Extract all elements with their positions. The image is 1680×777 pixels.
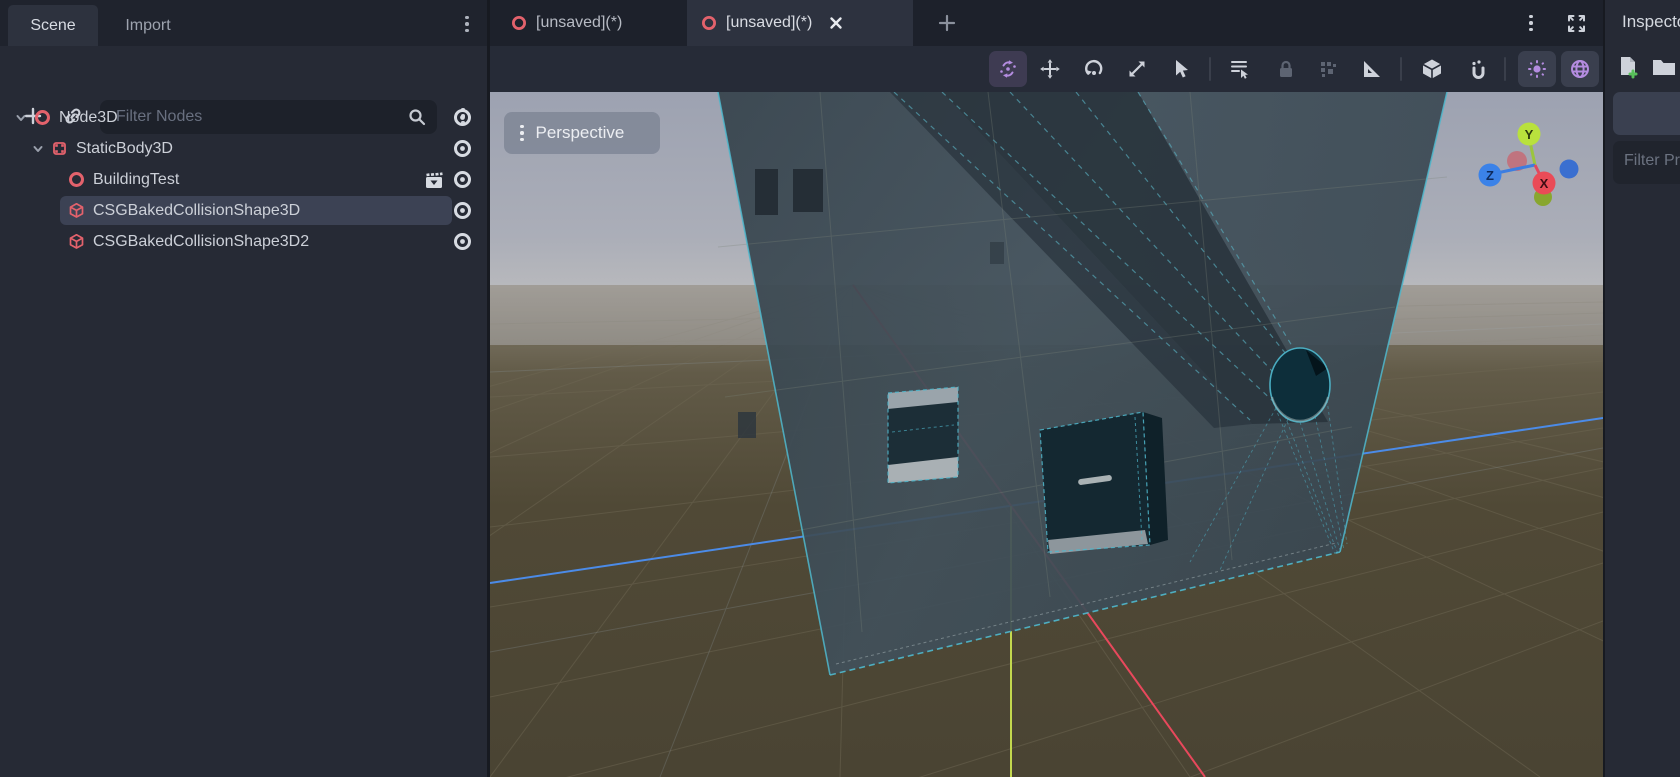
close-icon[interactable] xyxy=(829,16,843,30)
toolbar-separator xyxy=(1504,57,1506,81)
staticbody3d-icon xyxy=(47,140,71,157)
move-mode-button[interactable] xyxy=(1031,51,1069,87)
3d-viewport[interactable]: Y Z X Perspective xyxy=(490,92,1603,777)
filter-properties-searchbox[interactable]: Filter Properties xyxy=(1613,141,1680,184)
fullscreen-arrows-icon xyxy=(1566,13,1587,34)
scene-dock: Scene Import xyxy=(0,0,490,777)
inspector-title: Inspector xyxy=(1622,12,1680,32)
perspective-label: Perspective xyxy=(536,123,625,143)
use-local-space-button[interactable] xyxy=(1413,51,1451,87)
window-cutout xyxy=(888,387,958,483)
node3d-icon xyxy=(511,15,527,31)
tree-row-csgbakedcollisionshape3d[interactable]: CSGBakedCollisionShape3D xyxy=(0,195,487,226)
scene-tab-label: [unsaved](*) xyxy=(536,14,622,32)
tree-row-node3d[interactable]: Node3D xyxy=(0,102,487,133)
scene-tab-label: [unsaved](*) xyxy=(726,14,812,32)
open-scene-clapper-icon[interactable] xyxy=(424,170,444,190)
snap-mode-button[interactable] xyxy=(1459,51,1497,87)
inspector-dock: Inspector Filter Properties xyxy=(1603,0,1680,777)
node-label: BuildingTest xyxy=(93,171,179,189)
scale-mode-button[interactable] xyxy=(1118,51,1156,87)
filter-properties-placeholder: Filter Properties xyxy=(1624,152,1680,170)
chevron-down-icon[interactable] xyxy=(12,112,30,124)
scene-dock-toolbar xyxy=(0,46,487,92)
chevron-down-icon[interactable] xyxy=(29,143,47,155)
tree-row-buildingtest[interactable]: BuildingTest xyxy=(0,164,487,195)
scene-tab-unsaved-2[interactable]: [unsaved](*) xyxy=(687,0,913,46)
tab-import-label: Import xyxy=(125,17,170,35)
kebab-icon xyxy=(1529,15,1533,32)
tab-scene-label: Scene xyxy=(30,17,75,35)
list-select-icon xyxy=(1227,57,1251,81)
kebab-icon xyxy=(465,16,469,33)
group-selected-button[interactable] xyxy=(1309,51,1347,87)
cursor-arrow-icon xyxy=(1169,57,1193,81)
viewport-toolbar: Transform View xyxy=(490,46,1603,92)
select-mode-button[interactable] xyxy=(1162,51,1200,87)
lock-selected-button[interactable] xyxy=(1267,51,1305,87)
expand-viewport-button[interactable] xyxy=(1559,7,1593,39)
visibility-eye-icon[interactable] xyxy=(452,138,473,159)
gizmo-neg-z[interactable] xyxy=(1560,160,1579,179)
globe-icon xyxy=(1568,57,1592,81)
group-icon xyxy=(1317,58,1339,80)
gizmo-x-label: X xyxy=(1540,176,1549,191)
visibility-eye-icon[interactable] xyxy=(452,107,473,128)
godot-editor-window: Scene Import xyxy=(0,0,1680,777)
cube-icon xyxy=(1420,57,1444,81)
preview-environment-button[interactable] xyxy=(1561,51,1599,87)
plus-icon xyxy=(937,13,957,33)
gizmo-y-label: Y xyxy=(1525,127,1534,142)
scene-dock-tabstrip: Scene Import xyxy=(0,0,487,46)
tab-scene[interactable]: Scene xyxy=(8,5,98,46)
visibility-eye-icon[interactable] xyxy=(452,200,473,221)
scene-tree: Node3D xyxy=(0,102,487,257)
node-label: StaticBody3D xyxy=(76,140,173,158)
tree-row-staticbody3d[interactable]: StaticBody3D xyxy=(0,133,487,164)
rotate-icon xyxy=(1082,57,1106,81)
scene-tab-unsaved-1[interactable]: [unsaved](*) xyxy=(497,0,677,46)
node3d-icon xyxy=(30,109,54,126)
new-resource-icon[interactable] xyxy=(1617,55,1639,79)
visibility-eye-icon[interactable] xyxy=(452,231,473,252)
transform-tool-button[interactable] xyxy=(989,51,1027,87)
set-square-icon xyxy=(1359,57,1383,81)
scene-dock-menu-button[interactable] xyxy=(452,8,482,40)
visibility-eye-icon[interactable] xyxy=(452,169,473,190)
csg-shape-icon xyxy=(64,233,88,250)
lock-icon xyxy=(1275,58,1297,80)
node3d-icon xyxy=(701,15,717,31)
scale-icon xyxy=(1125,57,1149,81)
door-cutout xyxy=(1040,412,1168,554)
load-resource-folder-icon[interactable] xyxy=(1651,56,1677,78)
3d-scene-render: Y Z X xyxy=(490,92,1603,777)
tab-import[interactable]: Import xyxy=(98,5,198,46)
preview-sunlight-button[interactable] xyxy=(1518,51,1556,87)
rotate-mode-button[interactable] xyxy=(1075,51,1113,87)
gizmo-z-label: Z xyxy=(1486,168,1494,183)
ruler-mode-button[interactable] xyxy=(1352,51,1390,87)
node-label: Node3D xyxy=(59,109,118,127)
move-icon xyxy=(1038,57,1062,81)
node3d-icon xyxy=(64,171,88,188)
resource-name-field[interactable] xyxy=(1613,92,1680,135)
kebab-icon xyxy=(520,125,524,142)
tree-row-csgbakedcollisionshape3d2[interactable]: CSGBakedCollisionShape3D2 xyxy=(0,226,487,257)
selection-list-button[interactable] xyxy=(1220,51,1258,87)
perspective-menu-button[interactable]: Perspective xyxy=(504,112,660,154)
node-label: CSGBakedCollisionShape3D xyxy=(93,202,300,220)
sun-icon xyxy=(1525,57,1549,81)
viewport-layout-menu-button[interactable] xyxy=(1515,7,1547,39)
csg-shape-icon xyxy=(64,202,88,219)
toolbar-separator xyxy=(1400,57,1402,81)
node-label: CSGBakedCollisionShape3D2 xyxy=(93,233,309,251)
transform-tool-icon xyxy=(996,57,1020,81)
magnet-icon xyxy=(1466,57,1490,81)
toolbar-separator xyxy=(1209,57,1211,81)
new-scene-tab-button[interactable] xyxy=(930,6,964,40)
scene-tabs-bar: [unsaved](*) [unsaved](*) xyxy=(490,0,1603,46)
